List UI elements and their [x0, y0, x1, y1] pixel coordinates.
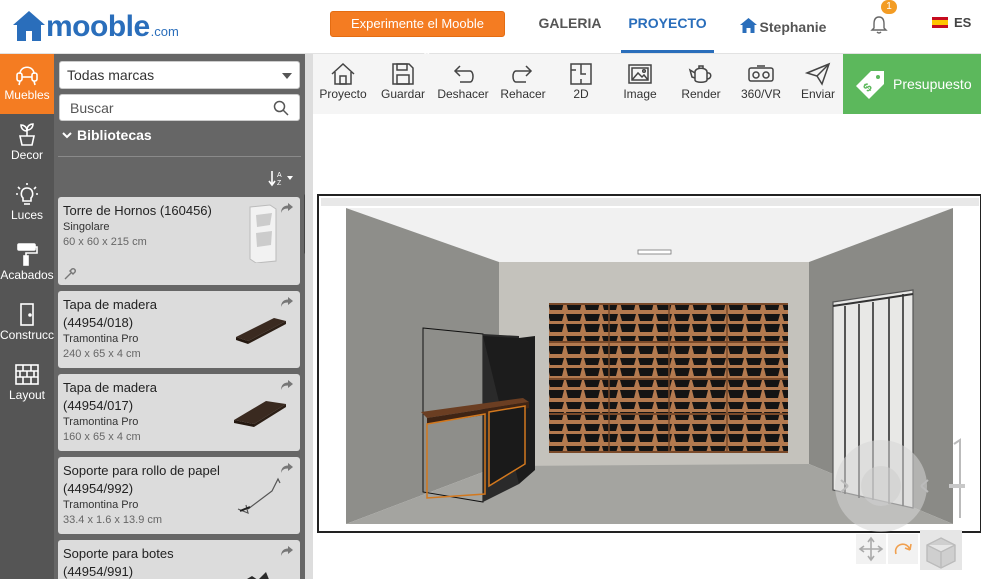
chevron-down-icon [62, 132, 72, 139]
divider [58, 156, 301, 157]
library-item[interactable]: Tapa de madera (44954/018) Tramontina Pr… [58, 291, 300, 368]
undo-icon [453, 65, 474, 83]
share-arrow-icon[interactable] [280, 462, 294, 474]
item-title: Soporte para botes (44954/991) [63, 546, 174, 579]
logo-tld: .com [150, 24, 179, 39]
project-button[interactable]: Proyecto [313, 54, 373, 114]
floppy-disk-icon [392, 63, 414, 85]
budget-label: Presupuesto [893, 76, 972, 92]
item-title: Tapa de madera (44954/018) [63, 297, 157, 330]
redo-button[interactable]: Rehacer [493, 54, 553, 114]
budget-button[interactable]: $ Presupuesto [843, 54, 981, 114]
lightbulb-icon [16, 183, 38, 205]
render-button[interactable]: Render [671, 54, 731, 114]
spain-flag-icon [932, 17, 948, 28]
image-button[interactable]: Image [609, 54, 671, 114]
search-box [59, 94, 300, 121]
rail-item-acabados[interactable]: Acabados [0, 234, 54, 294]
nav-project[interactable]: PROYECTO [621, 0, 714, 54]
rail-item-decor[interactable]: Decor [0, 114, 54, 174]
nav-gallery[interactable]: GALERIA [530, 0, 610, 54]
plan-2d-button[interactable]: 2D [553, 54, 609, 114]
save-button[interactable]: Guardar [373, 54, 433, 114]
share-arrow-icon[interactable] [280, 379, 294, 391]
house-logo-icon [13, 11, 45, 41]
vr-button[interactable]: 360/VR [731, 54, 791, 114]
plant-icon [19, 123, 35, 146]
paint-roller-icon [17, 243, 38, 266]
libraries-title: Bibliotecas [77, 127, 152, 143]
library-item[interactable]: Soporte para rollo de papel (44954/992) … [58, 457, 300, 534]
item-title: Tapa de madera (44954/017) [63, 380, 157, 413]
mooble-design-button[interactable]: Experimente el Mooble Design [330, 11, 505, 55]
item-dimensions: 240 x 65 x 4 cm [63, 348, 141, 360]
share-arrow-icon[interactable] [280, 296, 294, 308]
wood-top-thumbnail [234, 401, 286, 427]
sort-az-icon[interactable]: A Z [267, 169, 297, 187]
item-title: Torre de Hornos (160456) [63, 203, 212, 218]
bottle-holder-thumbnail [247, 572, 269, 579]
language-code: ES [954, 15, 972, 30]
rail-item-luces[interactable]: Luces [0, 174, 54, 234]
libraries-toggle[interactable]: Bibliotecas [62, 127, 152, 143]
logo-wordmark: mooble [46, 10, 150, 43]
item-brand: Tramontina Pro [63, 499, 139, 511]
oven-tower-thumbnail [249, 204, 277, 263]
panel-splitter[interactable] [305, 54, 313, 579]
home-icon [739, 17, 757, 33]
share-arrow-icon[interactable] [280, 202, 294, 214]
item-brand: Tramontina Pro [63, 416, 139, 428]
item-dimensions: 160 x 65 x 4 cm [63, 431, 141, 443]
rail-item-construccion[interactable]: Construcción [0, 294, 54, 354]
room-render [317, 194, 981, 570]
svg-text:Z: Z [277, 180, 282, 187]
rail-item-muebles[interactable]: Muebles [0, 54, 54, 114]
library-item[interactable]: Tapa de madera (44954/017) Tramontina Pr… [58, 374, 300, 451]
category-rail: Muebles Decor Luces Acabados Construcció… [0, 54, 54, 579]
toolbar: Proyecto Guardar Deshacer Rehacer 2D Ima… [313, 54, 843, 114]
svg-text:A: A [277, 172, 282, 179]
wood-top-thumbnail [236, 318, 286, 344]
undo-button[interactable]: Deshacer [433, 54, 493, 114]
house-icon [331, 62, 355, 85]
search-input[interactable] [60, 95, 270, 120]
library-panel: Todas marcas Bibliotecas A Z Torre de Ho… [54, 54, 309, 579]
user-name: Stephanie [759, 19, 827, 35]
tools-icon [64, 268, 76, 280]
redo-icon [512, 65, 533, 83]
library-item[interactable]: Torre de Hornos (160456) Singolare 60 x … [58, 197, 300, 285]
door-icon [20, 303, 34, 326]
item-brand: Tramontina Pro [63, 333, 139, 345]
item-brand: Singolare [63, 221, 110, 233]
library-item[interactable]: Soporte para botes (44954/991) [58, 540, 300, 579]
caret-down-icon [282, 73, 292, 79]
top-bar: mooble .com Experimente el Mooble Design… [0, 0, 981, 55]
bell-icon[interactable] [866, 12, 892, 38]
search-icon[interactable] [273, 100, 289, 116]
language-selector[interactable]: ES [932, 15, 971, 30]
brick-wall-icon [15, 364, 39, 385]
brand-filter-value: Todas marcas [67, 67, 155, 83]
mooble-logo[interactable]: mooble .com [12, 8, 179, 42]
image-icon [628, 64, 652, 84]
vr-headset-icon [748, 65, 774, 82]
paper-plane-icon [805, 62, 831, 86]
teapot-icon [688, 65, 712, 83]
share-arrow-icon[interactable] [280, 545, 294, 557]
send-button[interactable]: Enviar [791, 54, 845, 114]
paper-holder-thumbnail [237, 477, 281, 514]
item-dimensions: 33.4 x 1.6 x 13.9 cm [63, 514, 163, 526]
brand-filter-select[interactable]: Todas marcas [59, 61, 300, 89]
item-title: Soporte para rollo de papel (44954/992) [63, 463, 220, 496]
item-dimensions: 60 x 60 x 215 cm [63, 236, 147, 248]
rail-item-layout[interactable]: Layout [0, 354, 54, 414]
3d-viewport[interactable] [313, 114, 981, 579]
price-tag-icon: $ [856, 71, 884, 99]
floor-plan-icon [570, 63, 592, 85]
notification-badge: 1 [881, 0, 897, 14]
rotate-control[interactable] [888, 534, 918, 564]
armchair-icon [16, 66, 38, 86]
nav-user-menu[interactable]: Stephanie [733, 0, 833, 54]
